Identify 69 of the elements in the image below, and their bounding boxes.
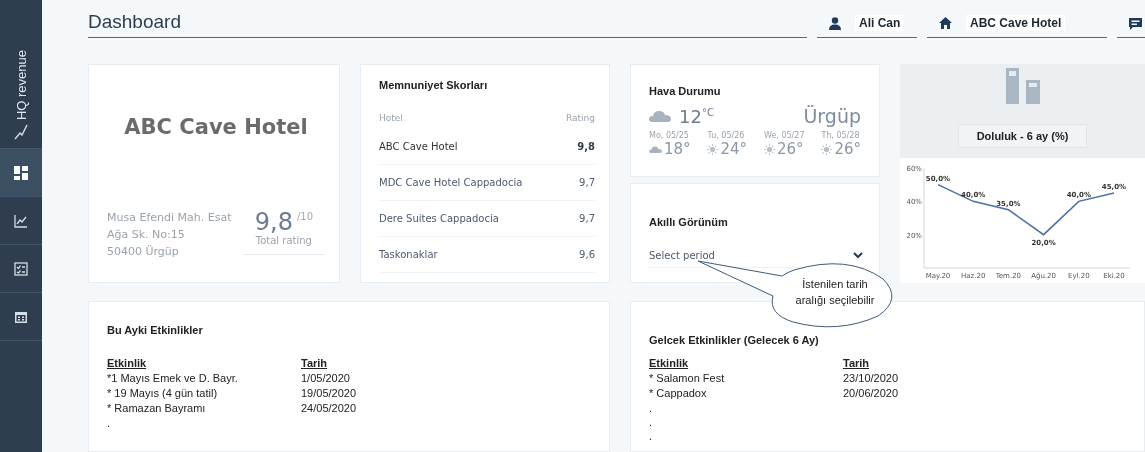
event-date: 24/05/2020: [301, 401, 357, 416]
checklist-icon: [14, 261, 28, 276]
event-name: *1 Mayıs Emek ve D. Bayr.: [107, 371, 239, 386]
hotel-cell: Taskonaklar: [379, 249, 438, 260]
building-icon: [1005, 68, 1040, 104]
event-name: * Salamon Fest: [649, 371, 726, 386]
list-dot: .: [649, 415, 654, 429]
rating-cell: 9,7: [579, 213, 595, 224]
page-title: Dashboard: [88, 11, 807, 38]
list-dot: .: [649, 429, 654, 443]
forecast-temperature: 24°: [720, 140, 748, 158]
cloud-icon: [649, 110, 671, 122]
card-title: Hava Durumu: [649, 85, 722, 97]
rating-label: Total rating: [255, 235, 312, 246]
forecast-day: Mo, 05/25: [649, 131, 691, 140]
user-icon: [829, 16, 841, 30]
card-title: Bu Ayki Etkinlikler: [107, 324, 204, 336]
event-date: 19/05/2020: [301, 386, 357, 401]
column-header: Rating: [565, 113, 595, 123]
forecast-temperature: 26°: [834, 140, 861, 158]
sun-icon: [821, 143, 833, 155]
event-date: 20/06/2020: [843, 386, 899, 401]
column-header: Etkinlik: [107, 356, 148, 371]
trend-icon: [14, 124, 28, 140]
rating-cell: 9,6: [579, 249, 595, 260]
column-header: Tarih: [843, 356, 871, 371]
chevron-down-icon: [853, 252, 863, 259]
calendar-icon: [14, 309, 28, 324]
line-chart-icon: [14, 213, 28, 228]
card-title: Gelcek Etkinlikler (Gelecek 6 Ay): [649, 334, 820, 346]
forecast-temperature: 26°: [776, 140, 804, 158]
hotel-name: ABC Cave Hotel: [123, 115, 309, 139]
dashboard-icon: [14, 165, 28, 180]
brand-logo[interactable]: HQ revenue: [13, 49, 29, 120]
message-icon[interactable]: [1129, 18, 1142, 31]
hotel-selector[interactable]: ABC Cave Hotel: [966, 15, 1066, 31]
cloud-icon: [649, 145, 662, 153]
event-date: 1/05/2020: [301, 371, 351, 386]
nav-item[interactable]: [0, 149, 42, 197]
column-header: Etkinlik: [649, 356, 690, 371]
card-title: Memnuniyet Skorları: [379, 79, 489, 91]
hotel-cell: ABC Cave Hotel: [379, 141, 458, 152]
current-temperature: 12$^{°C}$: [679, 105, 715, 127]
forecast-day: We, 05/27: [763, 131, 805, 140]
rating-max: /10: [296, 211, 313, 222]
column-header: Tarih: [301, 356, 329, 371]
hotel-cell: MDC Cave Hotel Cappadocia: [379, 177, 523, 188]
home-icon: [939, 17, 952, 29]
chart-title: Doluluk - 6 ay (%): [957, 124, 1088, 148]
city-name: Ürgüp: [803, 105, 861, 127]
rating-value: 9,8: [254, 209, 293, 235]
rating-cell: 9,8: [577, 141, 595, 152]
sun-icon: [763, 143, 775, 155]
column-header: Hotel: [379, 113, 403, 123]
list-dot: .: [649, 401, 654, 415]
event-name: * Cappadox: [649, 386, 708, 401]
list-dot: .: [107, 416, 112, 430]
forecast-day: Th, 05/28: [821, 131, 861, 140]
user-name[interactable]: Ali Can: [855, 15, 905, 31]
event-name: * 19 Mayıs (4 gün tatil): [107, 386, 219, 401]
event-name: * Ramazan Bayramı: [107, 401, 207, 416]
sun-icon: [707, 143, 719, 155]
card-title: Akıllı Görünüm: [649, 216, 729, 228]
hotel-cell: Dere Suites Cappadocia: [379, 213, 499, 224]
hotel-address: Musa Efendi Mah. Esat Ağa Sk. No:15 50400 Ürgüp: [107, 210, 232, 260]
forecast-day: Tu, 05/26: [707, 131, 748, 140]
rating-cell: 9,7: [579, 177, 595, 188]
forecast-temperature: 18°: [664, 140, 691, 158]
event-date: 23/10/2020: [843, 371, 899, 386]
